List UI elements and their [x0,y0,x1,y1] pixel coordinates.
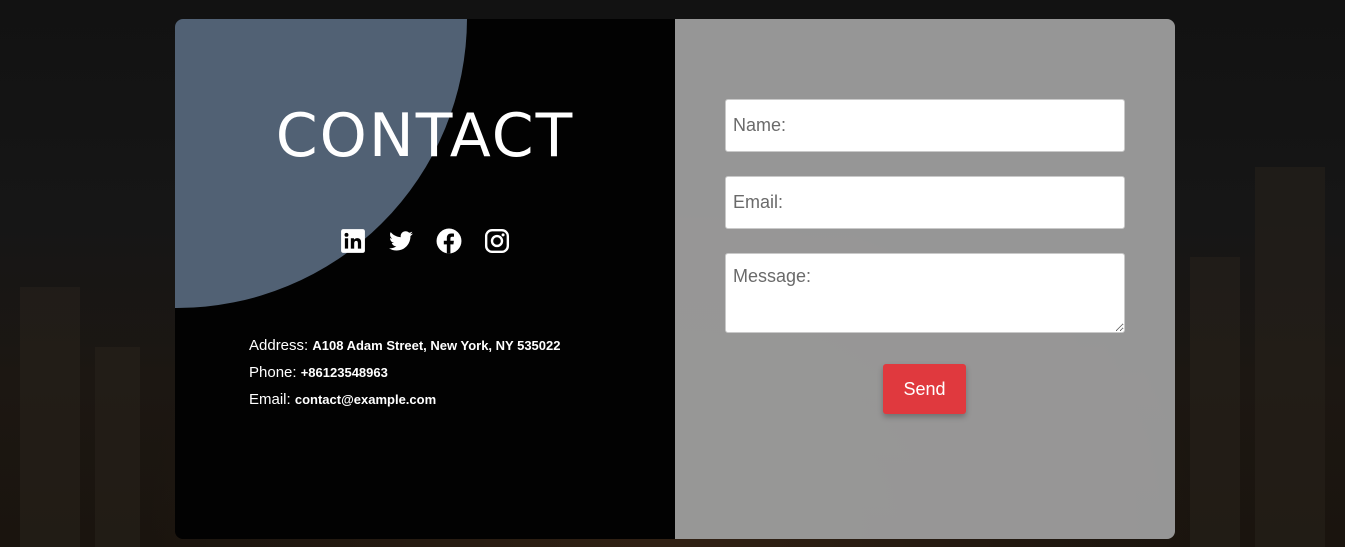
contact-details: Address: A108 Adam Street, New York, NY … [249,332,560,413]
facebook-icon[interactable] [436,228,462,254]
phone-row: Phone: +86123548963 [249,359,560,386]
skyline-building [1255,167,1325,547]
social-links [340,228,510,254]
twitter-icon[interactable] [388,228,414,254]
contact-card: CONTACT Address: A108 Adam Street, New Y… [175,19,1175,539]
linkedin-icon[interactable] [340,228,366,254]
email-value: contact@example.com [294,392,437,407]
name-input[interactable] [725,99,1125,152]
instagram-icon[interactable] [484,228,510,254]
phone-label: Phone: [249,364,297,381]
email-input[interactable] [725,176,1125,229]
contact-info-panel: CONTACT Address: A108 Adam Street, New Y… [175,19,675,539]
skyline-building [95,347,140,547]
email-row: Email: contact@example.com [249,386,560,413]
page-title: CONTACT [275,101,575,171]
send-button[interactable]: Send [883,364,966,414]
phone-value: +86123548963 [300,365,388,380]
address-value: A108 Adam Street, New York, NY 535022 [312,338,561,353]
skyline-building [1190,257,1240,547]
message-textarea[interactable] [725,253,1125,333]
email-label: Email: [249,391,291,408]
address-label: Address: [249,337,309,354]
contact-form-panel: Send [675,19,1175,539]
address-row: Address: A108 Adam Street, New York, NY … [249,332,560,359]
skyline-building [20,287,80,547]
